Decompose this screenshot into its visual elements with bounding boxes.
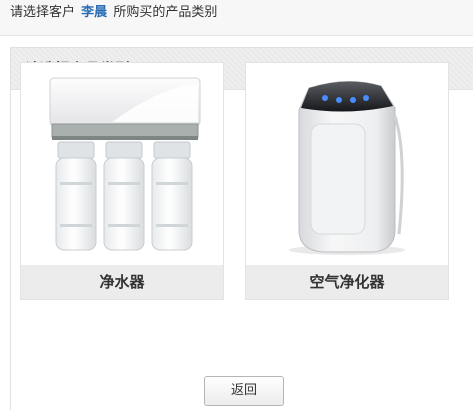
instruction-suffix: 所购买的产品类别 <box>113 5 218 20</box>
water-purifier-image <box>22 64 222 260</box>
product-label-water-purifier: 净水器 <box>21 265 223 299</box>
product-label-air-purifier: 空气净化器 <box>246 265 448 299</box>
instruction-prefix: 请选择客户 <box>10 5 76 20</box>
product-card-water-purifier[interactable]: 净水器 <box>20 62 224 300</box>
instruction-bar: 请选择客户 李晨 所购买的产品类别 <box>0 0 473 36</box>
back-button[interactable]: 返回 <box>204 376 284 406</box>
customer-name: 李晨 <box>81 5 108 20</box>
air-purifier-image <box>247 64 447 260</box>
product-card-air-purifier[interactable]: 空气净化器 <box>245 62 449 300</box>
